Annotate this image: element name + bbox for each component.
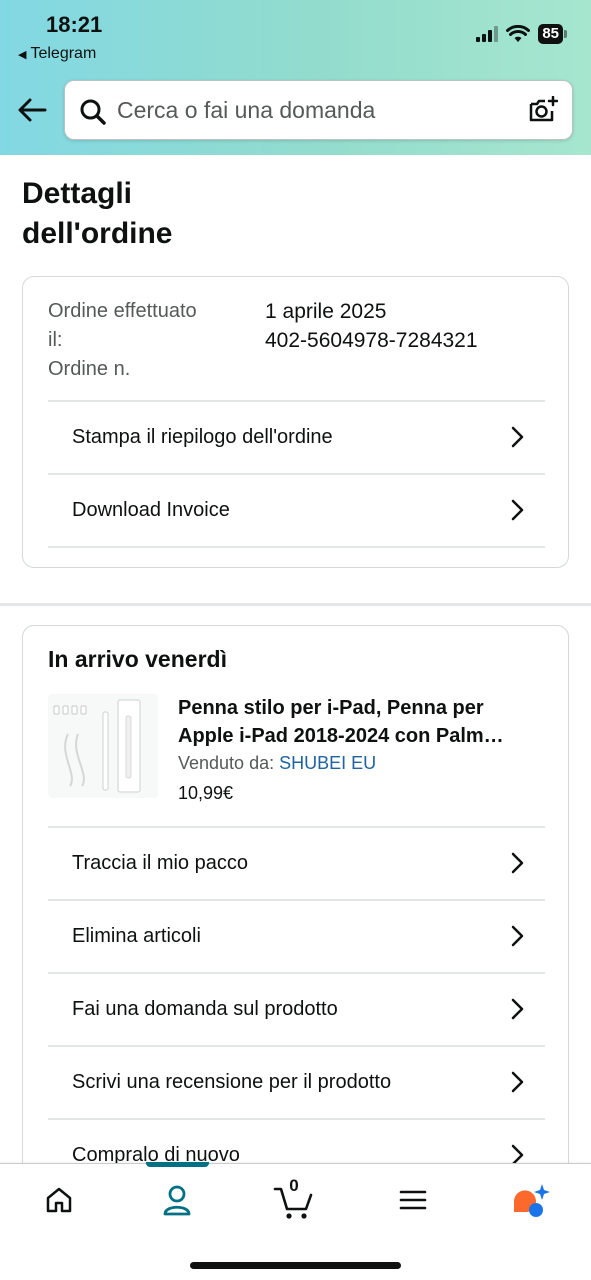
row-label: Fai una domanda sul prodotto xyxy=(72,998,338,1020)
back-to-app-link[interactable]: ◀ Telegram xyxy=(18,45,96,63)
home-icon xyxy=(46,1187,72,1213)
chevron-right-icon xyxy=(511,1071,524,1093)
product-title-link[interactable]: Penna stilo per i-Pad, Penna per Apple i… xyxy=(178,694,543,750)
remove-items-row[interactable]: Elimina articoli xyxy=(48,899,545,972)
write-review-row[interactable]: Scrivi una recensione per il prodotto xyxy=(48,1045,545,1118)
active-tab-indicator xyxy=(146,1162,209,1167)
row-label: Download Invoice xyxy=(72,499,230,521)
nav-menu[interactable] xyxy=(383,1180,443,1220)
nav-home[interactable] xyxy=(29,1180,89,1220)
row-label: Elimina articoli xyxy=(72,925,201,947)
chevron-right-icon xyxy=(511,426,524,448)
download-invoice-row[interactable]: Download Invoice xyxy=(48,473,545,546)
order-placed-date: 1 aprile 2025 xyxy=(265,300,387,323)
home-indicator[interactable] xyxy=(190,1262,401,1269)
cart-count: 0 xyxy=(289,1176,299,1195)
chevron-right-icon xyxy=(511,998,524,1020)
order-number-label: Ordine n. xyxy=(48,358,131,380)
menu-icon xyxy=(399,1190,427,1210)
camera-search-icon[interactable] xyxy=(528,96,558,124)
search-icon xyxy=(80,99,106,125)
seller-link[interactable]: SHUBEI EU xyxy=(279,753,376,773)
ai-assistant-icon xyxy=(513,1184,550,1217)
row-label: Stampa il riepilogo dell'ordine xyxy=(72,426,333,448)
back-app-label: Telegram xyxy=(30,45,97,62)
seller-info: Venduto da: SHUBEI EU xyxy=(178,753,376,774)
page-title: Dettagli dell'ordine xyxy=(22,174,322,254)
chevron-right-icon xyxy=(511,925,524,947)
cellular-signal-icon xyxy=(476,26,499,42)
arrival-heading: In arrivo venerdì xyxy=(48,646,227,672)
battery-icon: 85 xyxy=(538,24,567,44)
page-title-line1: Dettagli xyxy=(22,177,133,210)
order-meta-labels: Ordine effettuato il: Ordine n. xyxy=(48,297,238,384)
row-label: Scrivi una recensione per il prodotto xyxy=(72,1071,392,1093)
order-meta-values: 1 aprile 2025 402-5604978-7284321 xyxy=(265,297,478,355)
order-placed-label-line2: il: xyxy=(48,329,63,351)
seller-prefix: Venduto da: xyxy=(178,753,275,773)
row-divider xyxy=(48,546,545,548)
back-arrow-icon[interactable] xyxy=(16,94,48,126)
bottom-navigation: 0 xyxy=(0,1162,591,1280)
section-separator xyxy=(0,603,591,606)
product-price: 10,99€ xyxy=(178,783,234,803)
wifi-icon xyxy=(506,25,531,42)
nav-rufus[interactable] xyxy=(500,1180,560,1220)
app-header: 18:21 ◀ Telegram 85 xyxy=(0,0,591,155)
nav-cart[interactable]: 0 xyxy=(264,1176,324,1222)
account-icon xyxy=(163,1185,191,1216)
page-title-line2: dell'ordine xyxy=(22,217,173,250)
status-indicators: 85 xyxy=(476,24,567,44)
shipment-card: In arrivo venerdì Penna stilo per i-Pad,… xyxy=(22,625,569,1185)
status-time: 18:21 xyxy=(46,12,103,37)
order-info-card: Ordine effettuato il: Ordine n. 1 aprile… xyxy=(22,276,569,568)
product-image[interactable] xyxy=(48,694,158,798)
ask-question-row[interactable]: Fai una domanda sul prodotto xyxy=(48,972,545,1045)
row-label: Traccia il mio pacco xyxy=(72,852,248,874)
search-bar[interactable] xyxy=(64,80,573,140)
product-title-line1: Penna stilo per i-Pad, Penna per xyxy=(178,697,484,719)
print-summary-row[interactable]: Stampa il riepilogo dell'ordine xyxy=(48,400,545,473)
product-title-line2: Apple i-Pad 2018-2024 con Palm… xyxy=(178,725,504,747)
chevron-right-icon xyxy=(511,852,524,874)
chevron-right-icon xyxy=(511,499,524,521)
order-placed-label-line1: Ordine effettuato xyxy=(48,300,197,322)
back-triangle-icon: ◀ xyxy=(18,49,27,61)
search-input[interactable] xyxy=(117,81,517,139)
nav-account[interactable] xyxy=(147,1180,207,1220)
order-number-value: 402-5604978-7284321 xyxy=(265,329,478,352)
battery-level: 85 xyxy=(538,24,563,44)
track-package-row[interactable]: Traccia il mio pacco xyxy=(48,826,545,899)
